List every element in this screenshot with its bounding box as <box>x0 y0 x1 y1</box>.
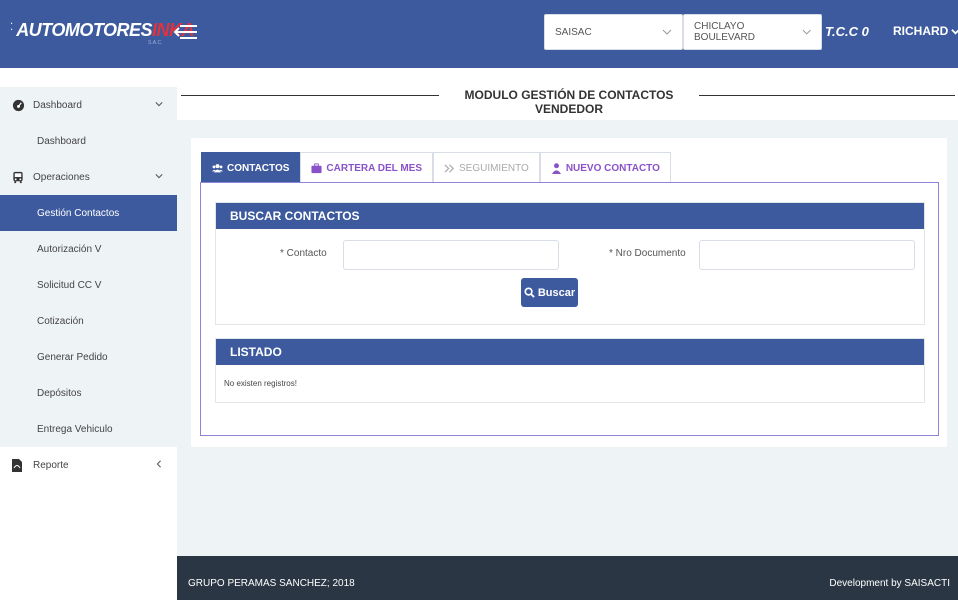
empty-results-message: No existen registros! <box>224 379 297 388</box>
chevron-down-icon <box>662 29 672 35</box>
results-box-heading: LISTADO <box>216 339 924 365</box>
sede-select[interactable]: CHICLAYO BOULEVARD <box>683 14 822 50</box>
user-icon <box>551 162 561 174</box>
results-box: LISTADO No existen registros! <box>215 338 925 403</box>
main-card: CONTACTOS CARTERA DEL MES SEGUIMIENTO NU… <box>191 138 947 447</box>
user-menu[interactable]: RICHARD <box>893 24 958 38</box>
sidebar-item-operaciones[interactable]: Operaciones <box>0 159 177 195</box>
bus-icon <box>12 171 25 184</box>
footer-credit: Development by SAISACTI <box>829 578 950 589</box>
tab-panel-contactos: BUSCAR CONTACTOS * Contacto * Nro Docume… <box>200 182 939 436</box>
page-title-band: MODULO GESTIÓN DE CONTACTOS VENDEDOR <box>177 68 958 120</box>
tab-label: CARTERA DEL MES <box>326 162 422 174</box>
sidebar-item-gestion-contactos[interactable]: Gestión Contactos <box>0 195 177 231</box>
tab-seguimiento[interactable]: SEGUIMIENTO <box>432 152 540 183</box>
sidebar-item-label: Generar Pedido <box>37 351 108 363</box>
tab-contactos[interactable]: CONTACTOS <box>201 152 301 183</box>
logo[interactable]: ⁚ AUTOMOTORESINKA S.A.C. <box>10 20 195 46</box>
sidebar-item-entrega-vehiculo[interactable]: Entrega Vehiculo <box>0 411 177 447</box>
sidebar-item-label: Dashboard <box>33 99 82 111</box>
chevron-left-icon <box>156 460 161 468</box>
sidebar-item-label: Depósitos <box>37 387 82 399</box>
sidebar-menu: Dashboard Dashboard Operaciones Gestión … <box>0 87 177 447</box>
sidebar-item-label: Dashboard <box>37 135 86 147</box>
sidebar-item-label: Cotización <box>37 315 84 327</box>
footer-copyright: GRUPO PERAMAS SANCHEZ; 2018 <box>188 578 355 589</box>
search-button[interactable]: Buscar <box>521 278 578 307</box>
empresa-select[interactable]: SAISAC <box>544 14 683 50</box>
search-box-heading: BUSCAR CONTACTOS <box>216 203 924 229</box>
sidebar-item-solicitud-cc-v[interactable]: Solicitud CC V <box>0 267 177 303</box>
briefcase-icon <box>311 162 322 173</box>
nro-documento-label: * Nro Documento <box>609 248 686 259</box>
divider <box>699 95 955 96</box>
divider <box>181 95 439 96</box>
footer: GRUPO PERAMAS SANCHEZ; 2018 Development … <box>177 556 958 600</box>
dashboard-icon <box>12 99 25 112</box>
double-chevron-right-icon <box>444 163 454 173</box>
sidebar-item-label: Reporte <box>33 459 69 471</box>
tab-label: CONTACTOS <box>227 162 290 174</box>
exchange-rate: T.C.C 0 <box>825 24 869 39</box>
sidebar-item-generar-pedido[interactable]: Generar Pedido <box>0 339 177 375</box>
tab-label: NUEVO CONTACTO <box>565 162 660 174</box>
sidebar-item-depositos[interactable]: Depósitos <box>0 375 177 411</box>
sidebar-item-label: Autorización V <box>37 243 102 255</box>
sidebar-item-label: Gestión Contactos <box>37 207 120 219</box>
users-icon <box>212 163 223 172</box>
sidebar-item-label: Operaciones <box>33 171 90 183</box>
logo-dots: ⁚ <box>10 22 15 33</box>
logo-subtitle: S.A.C. <box>148 40 163 46</box>
file-pdf-icon <box>12 458 25 472</box>
chevron-down-icon <box>802 29 811 35</box>
search-box: BUSCAR CONTACTOS * Contacto * Nro Docume… <box>215 202 925 325</box>
tab-nuevo-contacto[interactable]: NUEVO CONTACTO <box>539 152 671 183</box>
sidebar-item-label: Solicitud CC V <box>37 279 102 291</box>
sede-select-value: CHICLAYO BOULEVARD <box>694 21 755 43</box>
chevron-down-icon <box>951 28 958 35</box>
tab-bar: CONTACTOS CARTERA DEL MES SEGUIMIENTO NU… <box>201 152 671 183</box>
chevron-down-icon <box>155 174 163 179</box>
sidebar-item-autorizacion-v[interactable]: Autorización V <box>0 231 177 267</box>
empresa-select-value: SAISAC <box>555 26 592 38</box>
contacto-input[interactable] <box>343 240 559 270</box>
chevron-down-icon <box>155 102 163 107</box>
sidebar-item-dashboard-group[interactable]: Dashboard <box>0 87 177 123</box>
sidebar-spacer <box>0 68 177 87</box>
menu-toggle-icon[interactable] <box>173 22 199 42</box>
nro-documento-input[interactable] <box>699 240 915 270</box>
search-button-label: Buscar <box>537 286 576 299</box>
logo-text: AUTOMOTORESINKA <box>16 20 195 40</box>
tab-cartera-del-mes[interactable]: CARTERA DEL MES <box>300 152 433 183</box>
sidebar-item-dashboard[interactable]: Dashboard <box>0 123 177 159</box>
user-name: RICHARD <box>893 24 949 38</box>
search-icon <box>524 287 535 298</box>
sidebar: Dashboard Dashboard Operaciones Gestión … <box>0 68 177 600</box>
sidebar-item-reporte[interactable]: Reporte <box>0 447 177 483</box>
contacto-label: * Contacto <box>280 248 327 259</box>
sidebar-item-label: Entrega Vehiculo <box>37 423 113 435</box>
tab-label: SEGUIMIENTO <box>458 162 529 174</box>
sidebar-item-cotizacion[interactable]: Cotización <box>0 303 177 339</box>
top-header: ⁚ AUTOMOTORESINKA S.A.C. SAISAC CHICLAYO… <box>0 0 958 68</box>
page-title: MODULO GESTIÓN DE CONTACTOS VENDEDOR <box>464 88 674 116</box>
